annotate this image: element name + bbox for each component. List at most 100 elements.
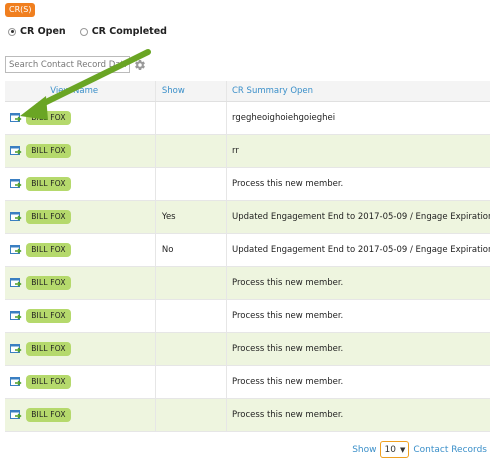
summary-cell: Updated Engagement End to 2017-05-09 / E… bbox=[226, 200, 490, 234]
contact-records-table: View Name Show CR Summary Open BILL FOX r… bbox=[5, 81, 490, 432]
summary-cell: Process this new member. bbox=[226, 167, 490, 201]
table-row[interactable]: BILL FOX Process this new member. bbox=[5, 266, 490, 300]
contact-name-pill[interactable]: BILL FOX bbox=[26, 309, 71, 323]
table-header-row: View Name Show CR Summary Open bbox=[5, 81, 490, 102]
summary-text: Process this new member. bbox=[232, 311, 344, 321]
table-row[interactable]: BILL FOX Process this new member. bbox=[5, 332, 490, 366]
open-record-cell[interactable] bbox=[5, 167, 27, 201]
view-name-cell: BILL FOX bbox=[26, 332, 156, 366]
open-record-cell[interactable] bbox=[5, 398, 27, 432]
table-row[interactable]: BILL FOX Process this new member. bbox=[5, 365, 490, 399]
chevron-down-icon: ▼ bbox=[399, 445, 406, 454]
col-header-view-name[interactable]: View Name bbox=[26, 81, 156, 102]
contact-name-pill[interactable]: BILL FOX bbox=[26, 111, 71, 125]
open-record-cell[interactable] bbox=[5, 101, 27, 135]
summary-cell: Process this new member. bbox=[226, 398, 490, 432]
contact-name-pill[interactable]: BILL FOX bbox=[26, 210, 71, 224]
open-record-cell[interactable] bbox=[5, 134, 27, 168]
summary-cell: Updated Engagement End to 2017-05-09 / E… bbox=[226, 233, 490, 267]
open-record-icon[interactable] bbox=[10, 311, 22, 321]
summary-text: Process this new member. bbox=[232, 179, 344, 189]
summary-text: Process this new member. bbox=[232, 344, 344, 354]
table-row[interactable]: BILL FOX Process this new member. bbox=[5, 398, 490, 432]
summary-text: Updated Engagement End to 2017-05-09 / E… bbox=[232, 212, 490, 222]
records-label: Contact Records bbox=[413, 444, 487, 455]
open-record-icon[interactable] bbox=[10, 179, 22, 189]
page-size-select[interactable]: 10 ▼ bbox=[380, 441, 410, 458]
summary-cell: Process this new member. bbox=[226, 299, 490, 333]
table-row[interactable]: BILL FOX rgegheoighoiehgoieghei bbox=[5, 101, 490, 135]
show-cell bbox=[154, 167, 227, 201]
show-cell bbox=[154, 266, 227, 300]
show-cell bbox=[154, 101, 227, 135]
open-record-icon[interactable] bbox=[10, 146, 22, 156]
open-record-icon[interactable] bbox=[10, 113, 22, 123]
summary-text: rgegheoighoiehgoieghei bbox=[232, 113, 336, 123]
contact-name-pill[interactable]: BILL FOX bbox=[26, 276, 71, 290]
open-record-cell[interactable] bbox=[5, 332, 27, 366]
cr-open-radio[interactable]: CR Open bbox=[8, 26, 66, 37]
crs-badge[interactable]: CR(S) bbox=[5, 3, 36, 17]
contact-name-pill[interactable]: BILL FOX bbox=[26, 375, 71, 389]
open-record-cell[interactable] bbox=[5, 299, 27, 333]
show-cell: No bbox=[154, 233, 227, 267]
view-name-cell: BILL FOX bbox=[26, 200, 156, 234]
view-name-cell: BILL FOX bbox=[26, 134, 156, 168]
summary-text: rr bbox=[232, 146, 239, 156]
col-header-summary[interactable]: CR Summary Open bbox=[226, 81, 490, 102]
contact-name-pill[interactable]: BILL FOX bbox=[26, 177, 71, 191]
show-cell bbox=[154, 332, 227, 366]
cr-completed-label: CR Completed bbox=[91, 26, 167, 37]
open-record-icon[interactable] bbox=[10, 245, 22, 255]
summary-text: Process this new member. bbox=[232, 278, 344, 288]
contact-name-pill[interactable]: BILL FOX bbox=[26, 408, 71, 422]
open-record-cell[interactable] bbox=[5, 200, 27, 234]
table-row[interactable]: BILL FOX rr bbox=[5, 134, 490, 168]
show-cell bbox=[154, 365, 227, 399]
view-name-cell: BILL FOX bbox=[26, 299, 156, 333]
summary-cell: rr bbox=[226, 134, 490, 168]
open-record-icon[interactable] bbox=[10, 377, 22, 387]
summary-cell: Process this new member. bbox=[226, 266, 490, 300]
contact-name-pill[interactable]: BILL FOX bbox=[26, 243, 71, 257]
view-name-cell: BILL FOX bbox=[26, 167, 156, 201]
cr-completed-radio[interactable]: CR Completed bbox=[79, 26, 167, 37]
show-cell bbox=[154, 299, 227, 333]
table-row[interactable]: BILL FOX Process this new member. bbox=[5, 167, 490, 201]
summary-cell: Process this new member. bbox=[226, 332, 490, 366]
open-record-cell[interactable] bbox=[5, 365, 27, 399]
view-name-cell: BILL FOX bbox=[26, 233, 156, 267]
search-input[interactable] bbox=[5, 56, 130, 73]
open-record-cell[interactable] bbox=[5, 233, 27, 267]
open-record-icon[interactable] bbox=[10, 344, 22, 354]
table-row[interactable]: BILL FOX Process this new member. bbox=[5, 299, 490, 333]
summary-text: Process this new member. bbox=[232, 410, 344, 420]
contact-name-pill[interactable]: BILL FOX bbox=[26, 342, 71, 356]
view-name-cell: BILL FOX bbox=[26, 398, 156, 432]
show-label: Show bbox=[352, 444, 377, 455]
view-name-cell: BILL FOX bbox=[26, 266, 156, 300]
radio-button[interactable] bbox=[79, 27, 88, 36]
contact-name-pill[interactable]: BILL FOX bbox=[26, 144, 71, 158]
cr-open-label: CR Open bbox=[20, 26, 66, 37]
radio-button[interactable] bbox=[8, 27, 16, 36]
view-name-cell: BILL FOX bbox=[26, 365, 156, 399]
open-record-icon[interactable] bbox=[10, 212, 22, 222]
open-record-icon[interactable] bbox=[10, 278, 22, 288]
open-record-cell[interactable] bbox=[5, 266, 27, 300]
status-filter: CR Open CR Completed bbox=[8, 26, 181, 37]
gear-icon[interactable] bbox=[134, 59, 146, 71]
show-cell bbox=[154, 398, 227, 432]
summary-text: Updated Engagement End to 2017-05-09 / E… bbox=[232, 245, 490, 255]
search-bar bbox=[5, 56, 146, 73]
col-header-show[interactable]: Show bbox=[154, 81, 227, 102]
table-row[interactable]: BILL FOX No Updated Engagement End to 2017… bbox=[5, 233, 490, 267]
show-cell: Yes bbox=[154, 200, 227, 234]
col-header-icon bbox=[5, 81, 27, 102]
page-size-value: 10 bbox=[384, 444, 396, 455]
open-record-icon[interactable] bbox=[10, 410, 22, 420]
show-cell bbox=[154, 134, 227, 168]
table-row[interactable]: BILL FOX Yes Updated Engagement End to 201… bbox=[5, 200, 490, 234]
summary-cell: Process this new member. bbox=[226, 365, 490, 399]
summary-cell: rgegheoighoiehgoieghei bbox=[226, 101, 490, 135]
